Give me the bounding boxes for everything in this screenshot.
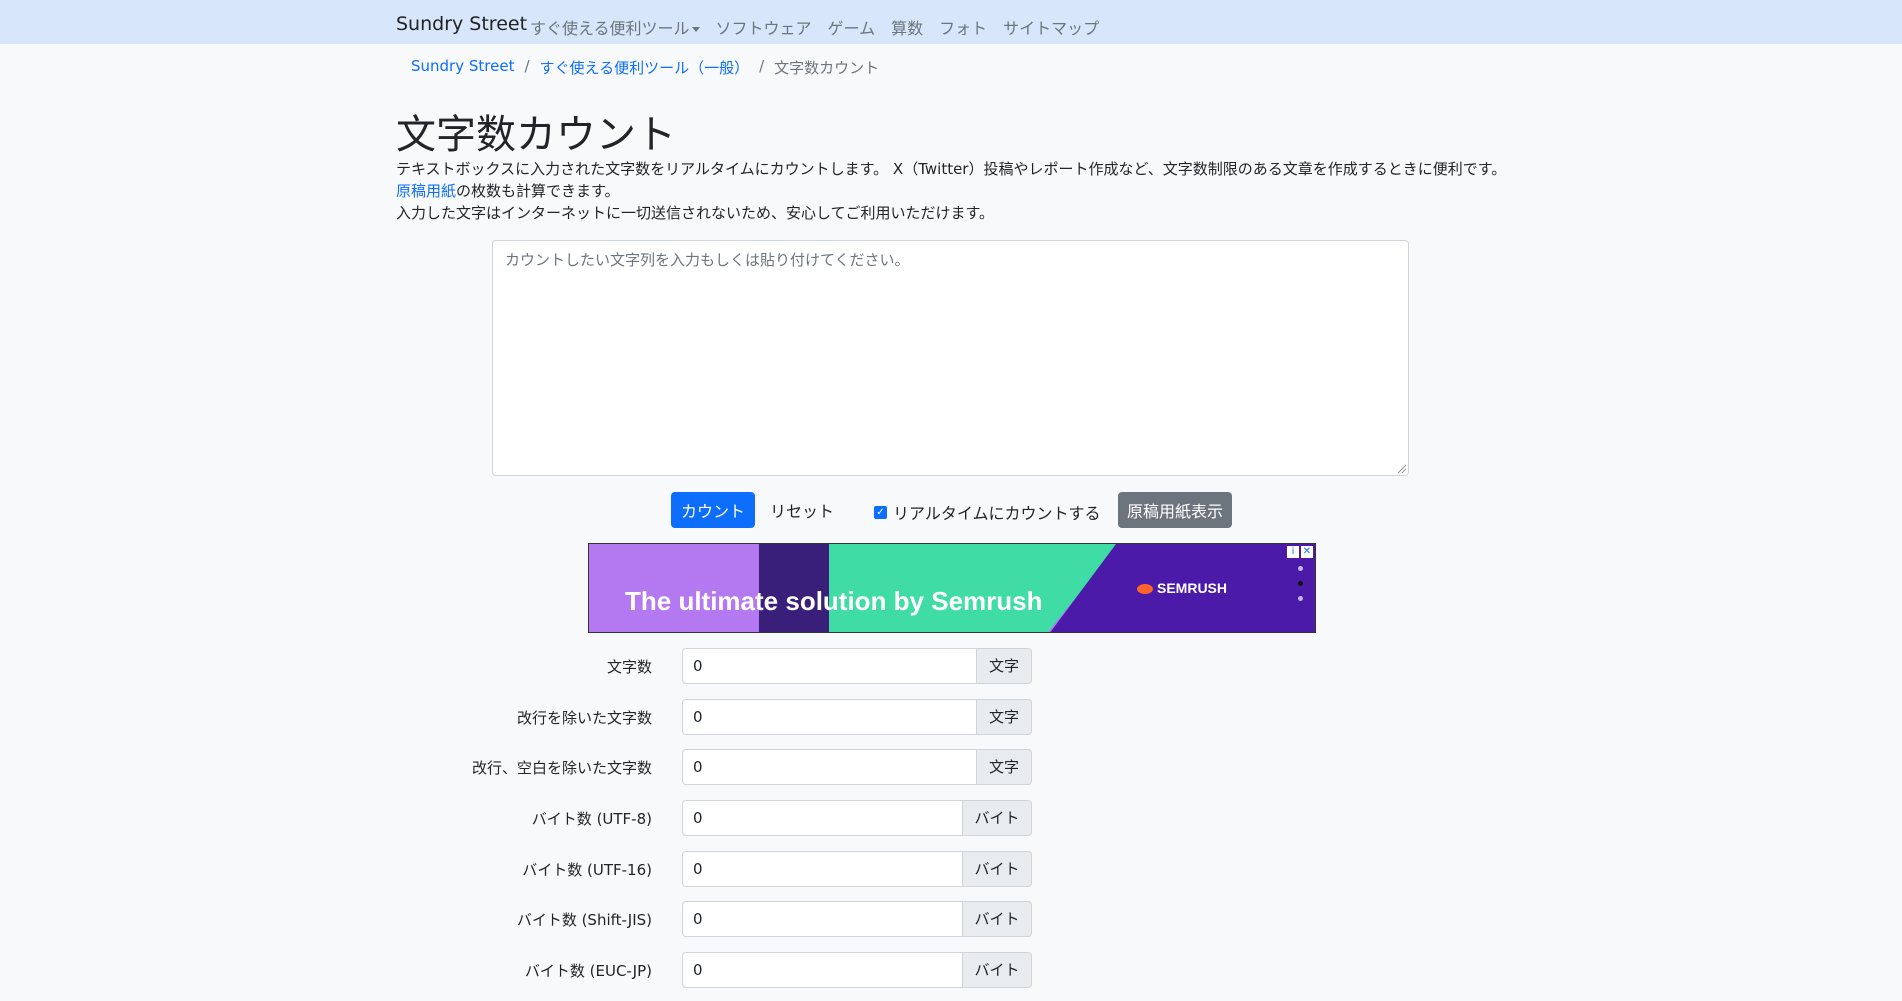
result-row: 改行を除いた文字数 0 文字 xyxy=(0,699,1902,735)
nav-menu: すぐ使える便利ツール ソフトウェア ゲーム 算数 フォト サイトマップ xyxy=(530,15,1115,39)
resize-handle-icon[interactable] xyxy=(1398,465,1406,473)
result-value-field[interactable]: 0 xyxy=(682,851,963,887)
result-label: バイト数 (EUC-JP) xyxy=(524,962,652,980)
text-input-area[interactable]: カウントしたい文字列を入力もしくは貼り付けてください。 xyxy=(492,240,1409,476)
result-unit: バイト xyxy=(963,952,1032,988)
result-value-field[interactable]: 0 xyxy=(682,901,963,937)
result-row: 文字数 0 文字 xyxy=(0,648,1902,684)
ad-dot[interactable] xyxy=(1298,596,1303,601)
result-unit: 文字 xyxy=(977,749,1032,785)
manuscript-view-button[interactable]: 原稿用紙表示 xyxy=(1118,492,1232,528)
result-row: バイト数 (Shift-JIS) 0 バイト xyxy=(0,901,1902,937)
result-row: バイト数 (UTF-16) 0 バイト xyxy=(0,851,1902,887)
semrush-logo-icon xyxy=(1137,584,1153,595)
breadcrumb-separator: / xyxy=(759,57,765,75)
breadcrumb-home[interactable]: Sundry Street xyxy=(411,57,514,78)
result-value-field[interactable]: 0 xyxy=(682,699,977,735)
ad-dot[interactable] xyxy=(1298,566,1303,571)
count-button[interactable]: カウント xyxy=(671,492,755,528)
nav-item-software[interactable]: ソフトウェア xyxy=(716,15,812,39)
result-value-field[interactable]: 0 xyxy=(682,952,963,988)
breadcrumb-parent[interactable]: すぐ使える便利ツール（一般） xyxy=(540,57,750,78)
nav-item-photo[interactable]: フォト xyxy=(939,15,987,39)
result-label: 文字数 xyxy=(606,658,652,676)
result-label: バイト数 (UTF-8) xyxy=(531,810,652,828)
manuscript-paper-link[interactable]: 原稿用紙 xyxy=(396,182,456,200)
close-icon[interactable]: ✕ xyxy=(1301,546,1313,558)
realtime-checkbox-group: ✓ リアルタイムにカウントする xyxy=(874,500,1101,524)
result-value-field[interactable]: 0 xyxy=(682,800,963,836)
breadcrumb: Sundry Street / すぐ使える便利ツール（一般） / 文字数カウント xyxy=(411,57,879,78)
realtime-checkbox-label[interactable]: リアルタイムにカウントする xyxy=(893,500,1101,524)
result-label: 改行を除いた文字数 xyxy=(516,709,652,727)
page-title: 文字数カウント xyxy=(396,112,676,158)
result-value-field[interactable]: 0 xyxy=(682,749,977,785)
result-unit: バイト xyxy=(963,800,1032,836)
textarea-placeholder: カウントしたい文字列を入力もしくは貼り付けてください。 xyxy=(505,251,910,269)
result-unit: バイト xyxy=(963,851,1032,887)
result-label: 改行、空白を除いた文字数 xyxy=(471,759,652,777)
result-label: バイト数 (Shift-JIS) xyxy=(516,911,652,929)
caret-down-icon xyxy=(691,27,700,32)
result-row: バイト数 (EUC-JP) 0 バイト xyxy=(0,952,1902,988)
ad-banner[interactable]: The ultimate solution by Semrush SEMRUSH… xyxy=(588,543,1316,633)
result-unit: 文字 xyxy=(977,699,1032,735)
result-unit: 文字 xyxy=(977,648,1032,684)
description-line: 入力した文字はインターネットに一切送信されないため、安心してご利用いただけます。 xyxy=(396,204,995,222)
result-label: バイト数 (UTF-16) xyxy=(522,861,652,879)
result-unit: バイト xyxy=(963,901,1032,937)
description-line: 原稿用紙の枚数も計算できます。 xyxy=(396,180,1506,202)
realtime-checkbox[interactable]: ✓ xyxy=(874,505,887,519)
nav-item-label: すぐ使える便利ツール xyxy=(530,19,690,38)
top-navbar: Sundry Street すぐ使える便利ツール ソフトウェア ゲーム 算数 フ… xyxy=(0,0,1902,44)
ad-logo: SEMRUSH xyxy=(1137,580,1227,596)
ad-dot-active[interactable] xyxy=(1298,581,1303,586)
ad-pagination xyxy=(1298,566,1303,601)
nav-item-games[interactable]: ゲーム xyxy=(828,15,876,39)
ad-controls: i ✕ xyxy=(1287,546,1313,558)
description-text: の枚数も計算できます。 xyxy=(456,182,620,200)
result-value-field[interactable]: 0 xyxy=(682,648,977,684)
description-line: テキストボックスに入力された文字数をリアルタイムにカウントします。 X（Twit… xyxy=(396,160,1507,178)
result-row: 改行、空白を除いた文字数 0 文字 xyxy=(0,749,1902,785)
nav-item-sitemap[interactable]: サイトマップ xyxy=(1003,15,1099,39)
brand-link[interactable]: Sundry Street xyxy=(396,13,527,35)
result-row: バイト数 (UTF-8) 0 バイト xyxy=(0,800,1902,836)
reset-button[interactable]: リセット xyxy=(760,492,844,528)
nav-item-tools[interactable]: すぐ使える便利ツール xyxy=(530,15,700,39)
page-description: テキストボックスに入力された文字数をリアルタイムにカウントします。 X（Twit… xyxy=(396,158,1506,224)
breadcrumb-current: 文字数カウント xyxy=(774,59,880,77)
ad-logo-text: SEMRUSH xyxy=(1157,580,1228,596)
breadcrumb-separator: / xyxy=(524,57,530,75)
ad-headline: The ultimate solution by Semrush xyxy=(625,586,1043,616)
info-icon[interactable]: i xyxy=(1287,546,1299,558)
nav-item-math[interactable]: 算数 xyxy=(891,15,923,39)
